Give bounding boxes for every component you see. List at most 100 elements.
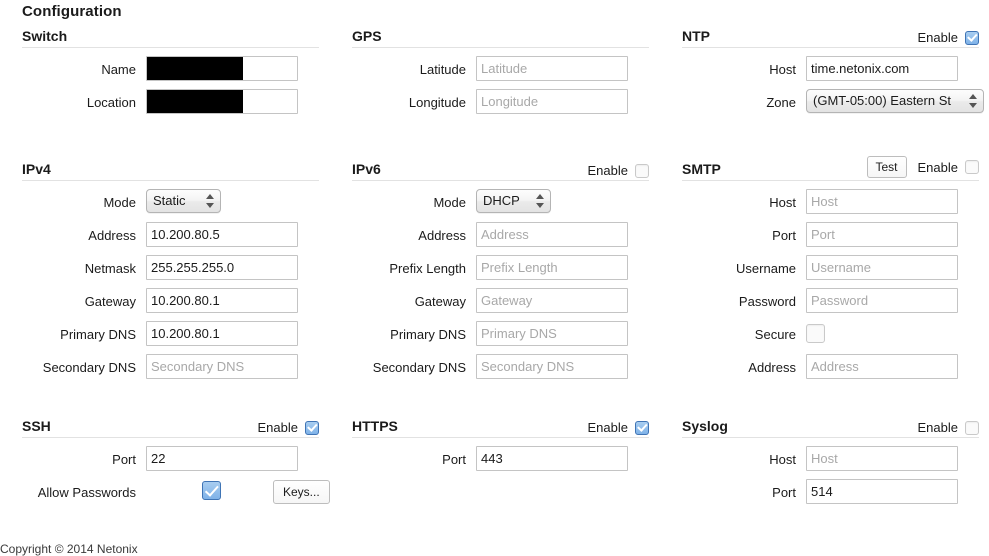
field-row-switch-name: Name <box>18 56 319 89</box>
smtp-host-input[interactable]: Host <box>806 189 958 214</box>
ipv4-netmask-input[interactable]: 255.255.255.0 <box>146 255 298 280</box>
ssh-port-input[interactable]: 22 <box>146 446 298 471</box>
label-https-port: Port <box>442 452 466 467</box>
field-row-ntp-zone: Zone (GMT-05:00) Eastern St <box>678 89 984 122</box>
field-row-ipv4-netmask: Netmask 255.255.255.0 <box>18 255 319 288</box>
smtp-password-input[interactable]: Password <box>806 288 958 313</box>
field-syslog-host: Host <box>806 446 958 471</box>
syslog-enable-label: Enable <box>917 420 958 435</box>
ipv6-secondary-dns-input[interactable]: Secondary DNS <box>476 354 628 379</box>
label-smtp-username: Username <box>736 261 796 276</box>
field-row-ipv6-secondary-dns: Secondary DNS Secondary DNS <box>348 354 649 387</box>
ipv6-mode-select[interactable]: DHCP <box>476 189 551 213</box>
switch-name-input[interactable] <box>146 56 298 81</box>
chevron-updown-icon <box>536 193 545 209</box>
label-smtp-address: Address <box>748 360 796 375</box>
chevron-updown-icon <box>206 193 215 209</box>
field-row-ipv4-primary-dns: Primary DNS 10.200.80.1 <box>18 321 319 354</box>
ipv6-primary-dns-input[interactable]: Primary DNS <box>476 321 628 346</box>
syslog-enable-checkbox[interactable] <box>965 420 979 435</box>
field-ipv6-address: Address <box>476 222 628 247</box>
ipv4-address-input[interactable]: 10.200.80.5 <box>146 222 298 247</box>
field-row-ntp-host: Host time.netonix.com <box>678 56 979 89</box>
ipv6-gateway-input[interactable]: Gateway <box>476 288 628 313</box>
label-ipv4-netmask: Netmask <box>84 261 136 276</box>
ssh-enable-label: Enable <box>257 420 298 435</box>
ssh-keys-button[interactable]: Keys... <box>273 480 330 504</box>
field-row-smtp-secure: Secure <box>678 321 979 354</box>
ipv6-enable-checkbox[interactable] <box>635 163 649 178</box>
field-row-smtp-port: Port Port <box>678 222 979 255</box>
label-ipv6-address: Address <box>418 228 466 243</box>
ipv4-mode-select[interactable]: Static <box>146 189 221 213</box>
label-ipv6-gateway: Gateway <box>414 294 466 309</box>
https-port-input[interactable]: 443 <box>476 446 628 471</box>
label-smtp-password: Password <box>738 294 796 309</box>
https-enable-label: Enable <box>587 420 628 435</box>
ipv4-primary-dns-input[interactable]: 10.200.80.1 <box>146 321 298 346</box>
field-smtp-address: Address <box>806 354 958 379</box>
syslog-host-input[interactable]: Host <box>806 446 958 471</box>
redaction-bar <box>147 57 243 80</box>
section-ntp-title: NTP <box>682 28 710 44</box>
field-gps-latitude: Latitude <box>476 56 628 81</box>
smtp-secure-checkbox[interactable] <box>806 324 825 343</box>
chevron-updown-icon <box>969 93 978 109</box>
section-https-enable-group: Enable <box>588 420 649 435</box>
divider <box>682 437 979 438</box>
https-enable-checkbox[interactable] <box>635 420 649 435</box>
smtp-address-input[interactable]: Address <box>806 354 958 379</box>
label-syslog-host: Host <box>769 452 796 467</box>
smtp-username-input[interactable]: Username <box>806 255 958 280</box>
field-row-ipv6-gateway: Gateway Gateway <box>348 288 649 321</box>
field-smtp-host: Host <box>806 189 958 214</box>
field-smtp-username: Username <box>806 255 958 280</box>
section-ipv6-header: IPv6 Enable <box>348 155 649 181</box>
section-switch: Switch Name Location <box>18 22 319 122</box>
gps-longitude-input[interactable]: Longitude <box>476 89 628 114</box>
switch-location-input[interactable] <box>146 89 298 114</box>
page-title: Configuration <box>22 3 122 20</box>
ssh-allow-passwords-checkbox[interactable] <box>202 481 221 500</box>
divider <box>22 180 319 181</box>
label-gps-latitude: Latitude <box>419 62 466 77</box>
label-ipv4-gateway: Gateway <box>84 294 136 309</box>
ipv6-mode-value: DHCP <box>483 193 520 208</box>
field-ssh-allow-passwords <box>202 481 221 500</box>
ssh-enable-checkbox[interactable] <box>305 420 319 435</box>
ipv4-secondary-dns-input[interactable]: Secondary DNS <box>146 354 298 379</box>
ipv6-prefix-length-input[interactable]: Prefix Length <box>476 255 628 280</box>
section-smtp: SMTP Test Enable Host Host Port Port Use… <box>678 155 979 387</box>
field-ntp-zone: (GMT-05:00) Eastern St <box>806 89 984 113</box>
section-ssh-title: SSH <box>22 418 51 434</box>
section-ntp-header: NTP Enable <box>678 22 979 48</box>
section-ipv6-enable-group: Enable <box>588 163 649 178</box>
smtp-port-input[interactable]: Port <box>806 222 958 247</box>
ntp-host-input[interactable]: time.netonix.com <box>806 56 958 81</box>
field-gps-longitude: Longitude <box>476 89 628 114</box>
section-smtp-header: SMTP Test Enable <box>678 155 979 181</box>
field-ipv4-address: 10.200.80.5 <box>146 222 298 247</box>
smtp-test-button[interactable]: Test <box>866 156 907 178</box>
ipv6-address-input[interactable]: Address <box>476 222 628 247</box>
field-row-gps-longitude: Longitude Longitude <box>348 89 649 122</box>
divider <box>22 437 319 438</box>
ntp-zone-value: (GMT-05:00) Eastern St <box>813 93 951 108</box>
section-syslog-title: Syslog <box>682 418 728 434</box>
field-smtp-port: Port <box>806 222 958 247</box>
section-ssh-enable-group: Enable <box>258 420 319 435</box>
field-row-smtp-username: Username Username <box>678 255 979 288</box>
label-switch-location: Location <box>86 95 136 110</box>
smtp-enable-checkbox[interactable] <box>965 160 979 174</box>
syslog-port-input[interactable]: 514 <box>806 479 958 504</box>
label-ntp-host: Host <box>769 62 796 77</box>
ntp-enable-label: Enable <box>917 30 958 45</box>
field-smtp-password: Password <box>806 288 958 313</box>
section-ntp: NTP Enable Host time.netonix.com Zone (G… <box>678 22 984 122</box>
ntp-enable-checkbox[interactable] <box>965 30 979 45</box>
field-row-ipv6-prefix-length: Prefix Length Prefix Length <box>348 255 649 288</box>
ipv4-gateway-input[interactable]: 10.200.80.1 <box>146 288 298 313</box>
ntp-zone-select[interactable]: (GMT-05:00) Eastern St <box>806 89 984 113</box>
gps-latitude-input[interactable]: Latitude <box>476 56 628 81</box>
field-row-ssh-port: Port 22 <box>18 446 319 479</box>
